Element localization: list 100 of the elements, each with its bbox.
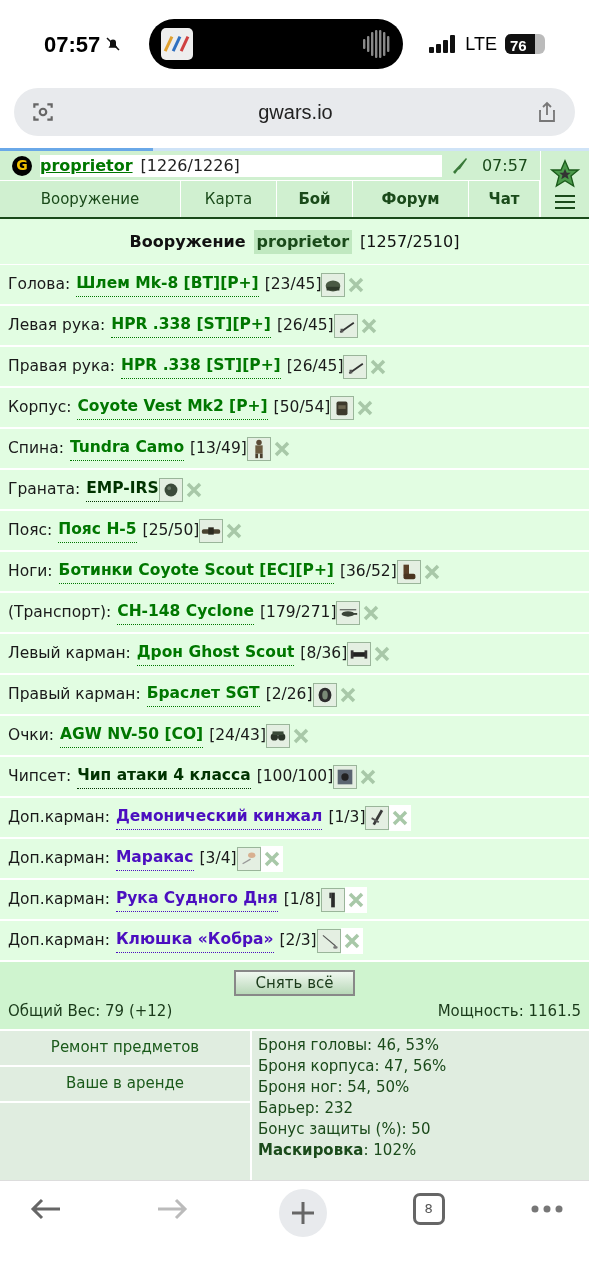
durability-text: [36/52] <box>339 560 397 582</box>
remove-button[interactable] <box>340 927 363 954</box>
slot-label: Правая рука: <box>8 355 115 377</box>
forward-arrow-icon <box>156 1197 189 1221</box>
back-arrow-icon <box>30 1197 62 1221</box>
close-icon <box>343 932 360 949</box>
slot-label: Доп.карман: <box>8 806 110 828</box>
item-link[interactable]: CH-148 Cyclone <box>117 600 254 625</box>
nav-tab[interactable]: Вооружение <box>0 181 181 217</box>
remove-all-button[interactable]: Снять всё <box>233 970 356 996</box>
plus-icon <box>290 1201 315 1225</box>
username-link[interactable]: proprietor <box>40 153 133 178</box>
close-icon <box>357 399 374 416</box>
capacity-text: [1257/2510] <box>360 230 460 253</box>
remove-button[interactable] <box>389 804 412 831</box>
close-icon <box>226 522 243 539</box>
stat-line: Барьер: 232 <box>258 1097 355 1119</box>
item-link[interactable]: Браслет SGT <box>146 682 260 707</box>
slot-label: (Транспорт): <box>8 601 112 623</box>
durability-text: [26/45] <box>276 314 334 336</box>
close-icon <box>273 440 290 457</box>
menu-icon[interactable] <box>553 194 577 210</box>
item-link[interactable]: Tundra Camo <box>69 436 185 461</box>
slot-label: Граната: <box>8 478 81 500</box>
close-icon <box>339 686 356 703</box>
close-icon <box>185 481 202 498</box>
item-link[interactable]: Клюшка «Кобра» <box>115 928 274 953</box>
item-link[interactable]: Пояс H-5 <box>58 518 137 543</box>
close-icon <box>370 358 387 375</box>
slot-label: Доп.карман: <box>8 847 110 869</box>
durability-text: [25/50] <box>142 519 200 541</box>
durability-text: [2/26] <box>265 683 313 705</box>
item-link[interactable]: Демонический кинжал <box>115 805 323 830</box>
slot-label: Корпус: <box>8 396 72 418</box>
item-link[interactable]: HPR .338 [ST][P+] <box>121 354 281 379</box>
hp-text: [1226/1226] <box>140 154 240 177</box>
close-icon <box>347 891 364 908</box>
nav-tab[interactable]: Карта <box>181 181 277 217</box>
item-link[interactable]: Coyote Vest Mk2 [P+] <box>77 395 268 420</box>
slot-label: Пояс: <box>8 519 53 541</box>
item-link[interactable]: HPR .338 [ST][P+] <box>111 313 271 338</box>
item-link[interactable]: Шлем Mk-8 [BT][P+] <box>76 272 259 297</box>
close-icon <box>363 604 380 621</box>
item-link[interactable]: Рука Судного Дня <box>115 887 278 912</box>
close-icon <box>423 563 440 580</box>
remove-button[interactable] <box>344 886 367 913</box>
close-icon <box>263 850 280 867</box>
nav-tab[interactable]: Бой <box>277 181 353 217</box>
durability-text: [3/4] <box>199 847 237 869</box>
tabs-button[interactable]: 8 <box>412 1193 445 1225</box>
item-link[interactable]: Дрон Ghost Scout <box>136 641 295 666</box>
stat-line: Маскировка: 102% <box>258 1139 418 1161</box>
close-icon <box>360 768 377 785</box>
clock: 07:57 <box>44 30 101 59</box>
stat-line: Бонус защиты (%): 50 <box>258 1118 432 1140</box>
item-link[interactable]: Чип атаки 4 класса <box>77 764 251 789</box>
item-link[interactable]: AGW NV-50 [CO] <box>60 723 204 748</box>
stat-line: Броня корпуса: 47, 56% <box>258 1055 448 1077</box>
durability-text: [13/49] <box>190 437 247 459</box>
close-icon <box>374 645 391 662</box>
slot-label: Левая рука: <box>8 314 106 336</box>
durability-text: [24/43] <box>209 724 266 746</box>
item-link[interactable]: Ботинки Coyote Scout [EC][P+] <box>58 559 334 584</box>
menu-link[interactable]: Ремонт предметов <box>0 1030 250 1067</box>
durability-text: [26/45] <box>286 355 344 377</box>
remove-button[interactable] <box>260 845 283 872</box>
username-link[interactable]: proprietor <box>253 229 353 254</box>
slot-label: Очки: <box>8 724 54 746</box>
close-icon <box>292 727 309 744</box>
durability-text: [100/100] <box>256 765 334 787</box>
battery-percent: 76 <box>509 37 527 54</box>
nav-tab[interactable]: Форум <box>353 181 469 217</box>
close-icon <box>360 317 377 334</box>
waveform-icon <box>362 29 391 59</box>
durability-text: [8/36] <box>300 642 348 664</box>
slot-label: Доп.карман: <box>8 929 110 951</box>
nav-tab[interactable]: Чат <box>469 181 540 217</box>
logo: G <box>12 155 32 176</box>
durability-text: [1/8] <box>283 888 321 910</box>
slot-label: Правый карман: <box>8 683 141 705</box>
signal-icon <box>429 35 458 53</box>
durability-text: [50/54] <box>273 396 331 418</box>
item-link[interactable]: EMP-IRS <box>86 477 159 502</box>
slot-label: Левый карман: <box>8 642 131 664</box>
durability-text: [179/271] <box>260 601 337 623</box>
power-value: Мощность: 1161.5 <box>437 1001 581 1022</box>
stat-line: Броня ног: 54, 50% <box>258 1076 411 1098</box>
address-bar[interactable]: gwars.io <box>14 88 575 136</box>
url-text: gwars.io <box>258 100 333 125</box>
slot-label: Чипсет: <box>8 765 72 787</box>
close-icon <box>348 276 365 293</box>
new-tab-button[interactable] <box>278 1189 327 1237</box>
total-weight: Общий Вес: 79 (+12) <box>8 1001 173 1022</box>
item-link[interactable]: Маракас <box>115 846 194 871</box>
slot-label: Ноги: <box>8 560 53 582</box>
section-title: Вооружение <box>129 230 246 253</box>
menu-link[interactable]: Ваше в аренде <box>0 1066 250 1103</box>
durability-text: [1/3] <box>328 806 366 828</box>
star-icon[interactable] <box>549 158 581 190</box>
slot-label: Голова: <box>8 273 71 295</box>
